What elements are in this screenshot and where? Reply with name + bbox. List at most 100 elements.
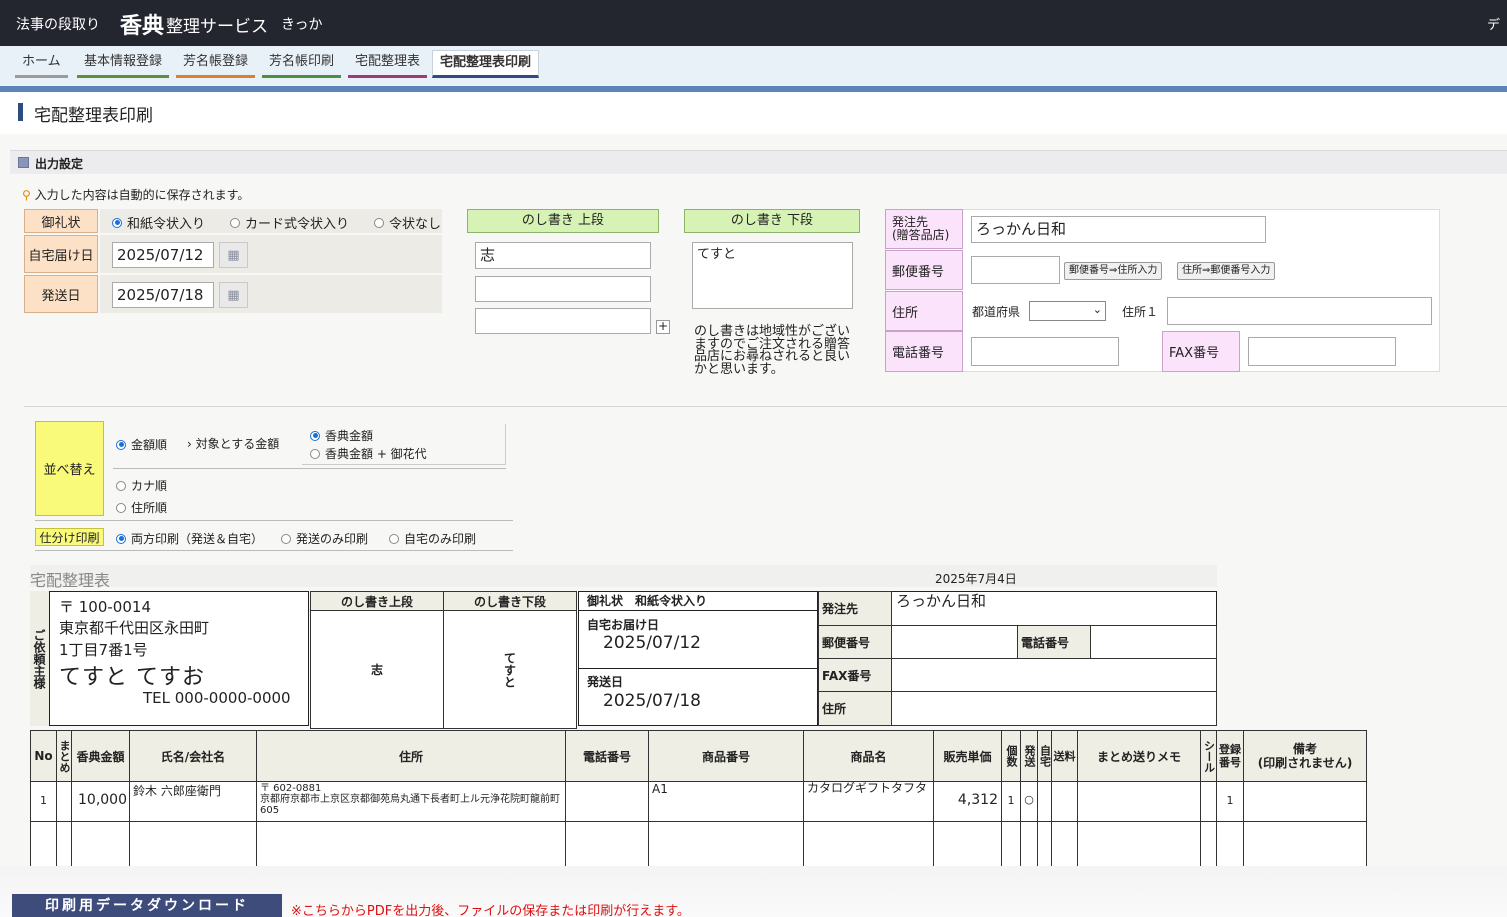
noshi-lower-preview: てすと bbox=[443, 610, 577, 729]
target-koden-radio[interactable]: 香典金額 bbox=[310, 427, 373, 444]
sort-kana-radio[interactable]: カナ順 bbox=[116, 477, 167, 494]
noshi-upper-input-2[interactable] bbox=[475, 276, 651, 302]
calendar-icon[interactable]: ▦ bbox=[219, 282, 248, 308]
col-amount: 香典金額 bbox=[71, 730, 130, 782]
tab-guestbook-entry[interactable]: 芳名帳登録 bbox=[176, 50, 256, 78]
reijo-washi-radio[interactable]: 和紙令状入り bbox=[112, 213, 205, 232]
row1-phone bbox=[565, 781, 649, 822]
col-memo: まとめ送りメモ bbox=[1077, 730, 1201, 782]
prefecture-label: 都道府県 bbox=[972, 305, 1021, 319]
section-bar bbox=[10, 150, 1507, 174]
hasso-label: 発送日 bbox=[24, 275, 98, 313]
phone-input[interactable] bbox=[971, 337, 1119, 366]
address-preview-label: 住所 bbox=[818, 691, 892, 726]
jitaku-date-input[interactable]: 2025/07/12 bbox=[112, 242, 214, 268]
row1-seal bbox=[1200, 781, 1217, 822]
section-square-icon bbox=[18, 157, 29, 168]
download-print-data-button[interactable]: 印刷用データダウンロード bbox=[12, 894, 282, 917]
radio-icon bbox=[389, 533, 399, 544]
requester-label: ご依頼主様 bbox=[30, 591, 50, 726]
split-divider-bottom bbox=[35, 550, 513, 551]
tab-home[interactable]: ホーム bbox=[15, 50, 68, 78]
col-address: 住所 bbox=[256, 730, 566, 782]
tab-delivery-list[interactable]: 宅配整理表 bbox=[348, 50, 428, 78]
section-title: 出力設定 bbox=[35, 157, 84, 171]
fax-label: FAX番号 bbox=[1162, 331, 1240, 372]
preview-title: 宅配整理表 bbox=[30, 571, 111, 590]
radio-icon bbox=[281, 533, 291, 544]
rule bbox=[648, 821, 649, 870]
prefecture-select[interactable]: ⌄ bbox=[1029, 301, 1106, 321]
rule bbox=[1216, 821, 1217, 870]
rule bbox=[256, 821, 257, 870]
row1-shipping bbox=[1051, 781, 1078, 822]
orderer-preview-value: ろっかん日和 bbox=[896, 592, 987, 610]
address-to-postal-button[interactable]: 住所⇒郵便番号入力 bbox=[1177, 262, 1276, 280]
phone-preview-label: 電話番号 bbox=[1017, 625, 1091, 659]
tab-basic-info[interactable]: 基本情報登録 bbox=[77, 50, 170, 78]
logo: 香典 bbox=[120, 13, 165, 39]
orderer-input[interactable]: ろっかん日和 bbox=[971, 216, 1266, 243]
fax-preview-label: FAX番号 bbox=[818, 658, 892, 692]
noshi-upper-input-1[interactable]: 志 bbox=[475, 242, 651, 269]
orderer-preview-label: 発注先 bbox=[818, 591, 892, 626]
row1-qty: 1 bbox=[1001, 781, 1021, 822]
rule bbox=[129, 821, 130, 870]
add-row-icon[interactable]: + bbox=[656, 320, 670, 334]
address1-input[interactable] bbox=[1167, 297, 1432, 325]
col-price: 販売単価 bbox=[933, 730, 1002, 782]
radio-icon bbox=[230, 217, 240, 228]
radio-icon bbox=[116, 502, 126, 513]
calendar-icon[interactable]: ▦ bbox=[219, 242, 248, 268]
row1-product-no: A1 bbox=[648, 781, 804, 822]
radio-icon bbox=[116, 533, 126, 544]
row1-hasso: ○ bbox=[1020, 781, 1038, 822]
postal-input[interactable] bbox=[971, 256, 1060, 284]
phone-label: 電話番号 bbox=[885, 331, 963, 372]
split-jitaku-radio[interactable]: 自宅のみ印刷 bbox=[389, 530, 476, 547]
noshi-upper-input-3[interactable] bbox=[475, 308, 651, 334]
top-right-text: デ bbox=[1487, 18, 1501, 33]
radio-icon bbox=[310, 430, 320, 441]
split-print-label: 仕分け印刷 bbox=[35, 528, 104, 546]
sort-address-radio[interactable]: 住所順 bbox=[116, 499, 167, 516]
col-phone: 電話番号 bbox=[565, 730, 649, 782]
split-both-radio[interactable]: 両方印刷（発送＆自宅） bbox=[116, 530, 263, 547]
hasso-preview-value: 2025/07/18 bbox=[603, 691, 701, 711]
rule bbox=[1001, 821, 1002, 870]
sort-amount-radio[interactable]: 金額順 bbox=[116, 436, 167, 453]
radio-icon bbox=[116, 480, 126, 491]
requester-postal: 〒 100-0014 bbox=[59, 598, 151, 616]
row1-product-name: カタログギフトタフタ bbox=[803, 781, 934, 822]
fax-input[interactable] bbox=[1248, 337, 1396, 366]
page-header bbox=[0, 92, 1507, 134]
target-amount-label: › 対象とする金額 bbox=[187, 437, 280, 451]
postal-to-address-button[interactable]: 郵便番号⇒住所入力 bbox=[1064, 262, 1163, 280]
radio-icon bbox=[112, 217, 122, 228]
tab-delivery-list-print[interactable]: 宅配整理表印刷 bbox=[432, 50, 540, 78]
col-hasso: 発送 bbox=[1020, 730, 1038, 782]
target-koden-flower-radio[interactable]: 香典金額 + 御花代 bbox=[310, 445, 427, 462]
split-hasso-radio[interactable]: 発送のみ印刷 bbox=[281, 530, 368, 547]
reijo-none-radio[interactable]: 令状なし bbox=[374, 213, 441, 232]
row1-remarks bbox=[1243, 781, 1367, 822]
col-shipping: 送料 bbox=[1051, 730, 1078, 782]
tab-guestbook-print[interactable]: 芳名帳印刷 bbox=[262, 50, 342, 78]
noshi-lower-textarea[interactable]: てすと bbox=[692, 242, 853, 309]
row1-matome bbox=[56, 781, 72, 822]
sort-label: 並べ替え bbox=[35, 421, 104, 516]
hasso-date-input[interactable]: 2025/07/18 bbox=[112, 282, 214, 308]
radio-icon bbox=[310, 448, 320, 459]
preview-title-bar bbox=[30, 565, 1217, 587]
noshi-upper-header: のし書き上段 bbox=[310, 591, 444, 611]
reijo-card-radio[interactable]: カード式令状入り bbox=[230, 213, 349, 232]
fax-preview-value bbox=[891, 658, 1217, 692]
noshi-lower-header: のし書き下段 bbox=[443, 591, 577, 611]
address-preview-value bbox=[891, 691, 1217, 726]
hasso-preview-label: 発送日 bbox=[587, 675, 624, 689]
col-reg-no: 登録番号 bbox=[1216, 730, 1244, 782]
user-name: きっか bbox=[281, 17, 323, 33]
radio-icon bbox=[374, 217, 384, 228]
autosave-note: ⚲ 入力した内容は自動的に保存されます。 bbox=[22, 188, 250, 202]
radio-icon bbox=[116, 439, 126, 450]
